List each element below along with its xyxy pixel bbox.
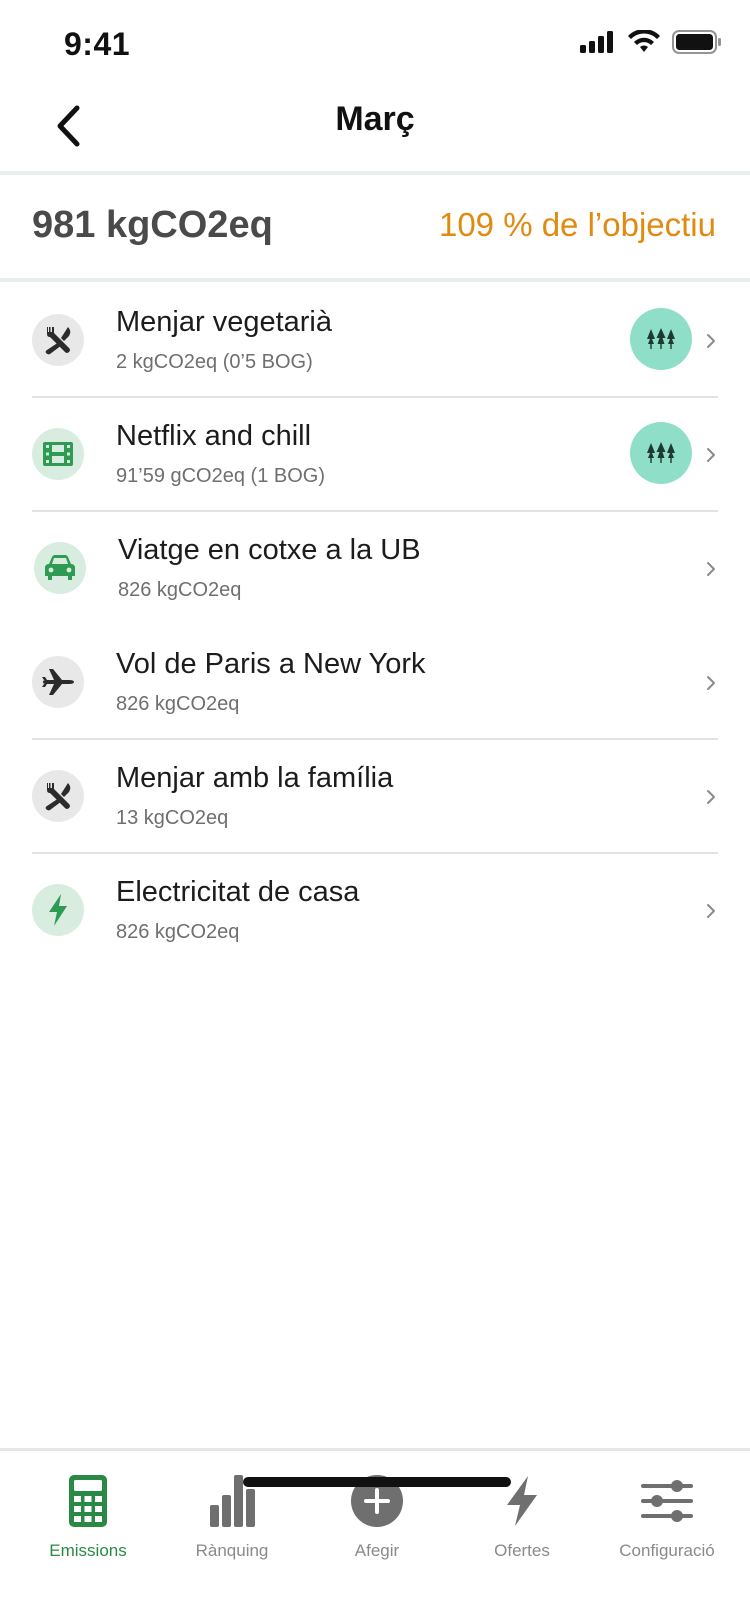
signal-icon xyxy=(580,31,613,53)
chevron-right-icon xyxy=(707,676,715,690)
page-title: Març xyxy=(335,100,415,138)
list-item[interactable]: Electricitat de casa 826 kgCO2eq xyxy=(0,854,750,968)
activity-emissions: 91’59 gCO2eq (1 BOG) xyxy=(116,465,325,487)
battery-icon xyxy=(672,30,721,54)
calculator-icon xyxy=(13,1473,163,1529)
activity-title: Viatge en cotxe a la UB xyxy=(118,534,421,566)
activity-emissions: 826 kgCO2eq xyxy=(116,693,240,715)
goal-percentage: 109 % de l’objectiu xyxy=(438,206,716,243)
chevron-right-icon xyxy=(707,562,715,576)
bolt-icon xyxy=(32,884,84,936)
plane-icon xyxy=(32,656,84,708)
tab-ranking[interactable]: Rànquing xyxy=(157,1473,307,1573)
list-item[interactable]: Viatge en cotxe a la UB 826 kgCO2eq xyxy=(0,512,750,626)
summary-bar: 981 kgCO2eq 109 % de l’objectiu xyxy=(0,176,750,278)
activity-title: Menjar vegetarià xyxy=(116,306,332,338)
tab-offers[interactable]: Ofertes xyxy=(447,1473,597,1573)
film-icon xyxy=(32,428,84,480)
tab-emissions[interactable]: Emissions xyxy=(13,1473,163,1573)
food-icon xyxy=(32,314,84,366)
tab-bar: Emissions Rànquing Afegir Ofertes Config… xyxy=(0,1448,750,1624)
activity-emissions: 13 kgCO2eq xyxy=(116,807,229,829)
activity-emissions: 2 kgCO2eq (0’5 BOG) xyxy=(116,351,313,373)
chevron-right-icon xyxy=(707,448,715,462)
activity-title: Electricitat de casa xyxy=(116,876,360,908)
activity-title: Menjar amb la família xyxy=(116,762,394,794)
activity-title: Vol de Paris a New York xyxy=(116,648,426,680)
trees-icon xyxy=(630,422,692,484)
list-item[interactable]: Vol de Paris a New York 826 kgCO2eq xyxy=(0,626,750,740)
list-item[interactable]: Menjar amb la família 13 kgCO2eq xyxy=(0,740,750,854)
chevron-right-icon xyxy=(707,334,715,348)
tab-label: Emissions xyxy=(49,1541,127,1560)
activity-list: Menjar vegetarià 2 kgCO2eq (0’5 BOG) Net… xyxy=(0,284,750,968)
total-emissions: 981 kgCO2eq xyxy=(32,204,273,246)
tab-label: Configuració xyxy=(619,1541,715,1560)
home-indicator[interactable] xyxy=(243,1477,511,1487)
tab-label: Rànquing xyxy=(195,1541,269,1560)
activity-emissions: 826 kgCO2eq xyxy=(116,921,240,943)
status-time: 9:41 xyxy=(64,26,131,62)
activity-title: Netflix and chill xyxy=(116,420,312,452)
food-icon xyxy=(32,770,84,822)
header-divider xyxy=(0,171,750,175)
activity-emissions: 826 kgCO2eq xyxy=(118,579,242,601)
tab-add[interactable]: Afegir xyxy=(302,1473,452,1573)
sliders-icon xyxy=(592,1473,742,1529)
trees-icon xyxy=(630,308,692,370)
chevron-right-icon xyxy=(707,904,715,918)
tab-label: Ofertes xyxy=(494,1541,550,1560)
tab-settings[interactable]: Configuració xyxy=(592,1473,742,1573)
tab-label: Afegir xyxy=(354,1541,400,1560)
list-item[interactable]: Netflix and chill 91’59 gCO2eq (1 BOG) xyxy=(0,398,750,512)
summary-divider xyxy=(0,278,750,282)
wifi-icon xyxy=(628,30,660,52)
chevron-right-icon xyxy=(707,790,715,804)
list-item[interactable]: Menjar vegetarià 2 kgCO2eq (0’5 BOG) xyxy=(0,284,750,398)
car-icon xyxy=(34,542,86,594)
status-bar: 9:41 xyxy=(0,0,750,92)
status-icons xyxy=(580,30,722,54)
nav-header: Març xyxy=(0,80,750,172)
